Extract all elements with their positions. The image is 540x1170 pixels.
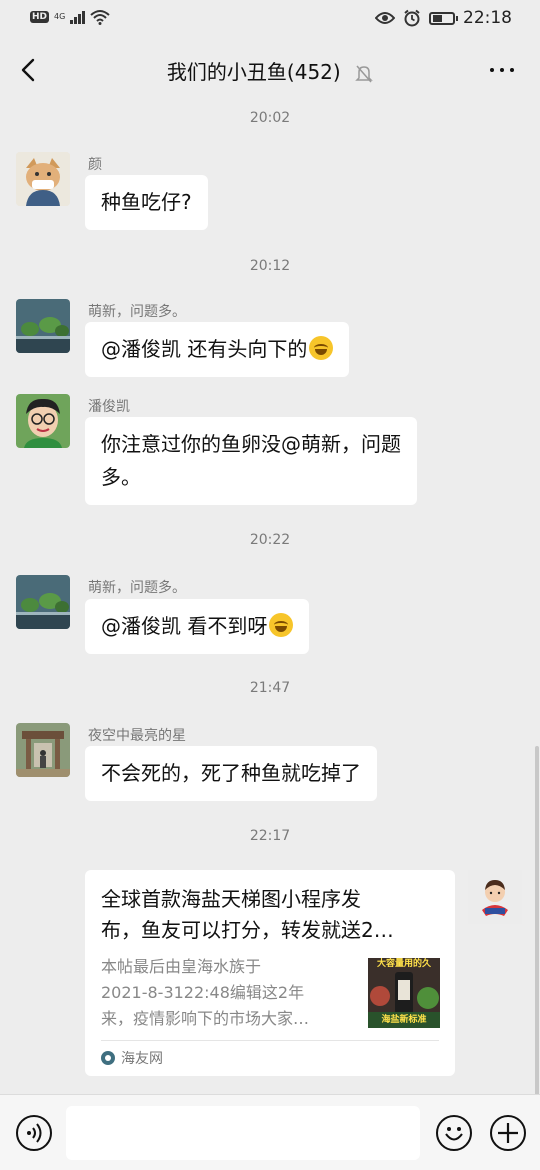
timestamp: 22:17 <box>249 828 291 844</box>
plus-icon[interactable] <box>490 1115 526 1151</box>
avatar[interactable] <box>16 299 70 353</box>
timestamp: 20:12 <box>249 258 291 274</box>
message-bubble[interactable]: @潘俊凯 看不到呀 <box>85 599 310 654</box>
smile-icon[interactable] <box>436 1115 472 1151</box>
message-input[interactable] <box>66 1106 420 1160</box>
signal-icon <box>70 10 86 24</box>
timestamp: 20:22 <box>249 532 291 548</box>
bell-off-icon <box>355 65 373 82</box>
thumbnail-caption: 大容量用的久 <box>376 959 431 969</box>
avatar[interactable] <box>16 575 70 629</box>
message-bubble[interactable]: @潘俊凯 还有头向下的 <box>85 322 350 377</box>
status-bar: HD 4G 22:18 <box>0 0 540 38</box>
message-text: 多。 <box>101 465 141 489</box>
message-text: @潘俊凯 看不到呀 <box>101 614 268 638</box>
chat-title: 我们的小丑鱼(452) <box>166 60 341 84</box>
avatar[interactable] <box>16 723 70 777</box>
link-card-title-line: 布，鱼友可以打分，转发就送2… <box>101 918 394 942</box>
chat-title-wrap: 我们的小丑鱼(452) <box>0 56 540 85</box>
avatar[interactable] <box>16 152 70 206</box>
alarm-icon <box>404 9 420 27</box>
message-list[interactable]: 20:02 颜 种鱼吃仔? 20:12 萌新，问题多。 @潘俊凯 还有头向下的 … <box>0 102 540 1096</box>
hd-badge: HD <box>30 11 50 23</box>
clock-time: 22:18 <box>463 8 512 28</box>
voice-icon[interactable] <box>16 1115 52 1151</box>
eye-icon <box>375 12 395 24</box>
message-text: 你注意过你的鱼卵没@萌新，问题 <box>101 432 401 456</box>
more-dots-icon[interactable] <box>490 68 514 72</box>
battery-icon <box>429 11 458 25</box>
avatar[interactable] <box>16 394 70 448</box>
link-card-description: 本帖最后由皇海水族于 2021-8-3122:48编辑这2年 来，疫情影响下的市… <box>101 954 351 1032</box>
message-bubble[interactable]: 种鱼吃仔? <box>85 175 208 230</box>
network-label: 4G <box>54 12 66 21</box>
link-card-title-line: 全球首款海盐天梯图小程序发 <box>101 887 361 911</box>
link-card-thumbnail: 大容量用的久 海盐新标准 <box>368 958 440 1028</box>
laugh-cry-emoji-icon <box>269 613 294 637</box>
wifi-icon <box>90 10 110 25</box>
laugh-cry-emoji-icon <box>309 336 334 360</box>
source-logo-icon <box>101 1051 115 1065</box>
scrollbar[interactable] <box>535 746 539 1096</box>
link-card-desc-line: 来，疫情影响下的市场大家… <box>101 1009 310 1028</box>
message-bubble[interactable]: 不会死的，死了种鱼就吃掉了 <box>85 746 377 801</box>
thumbnail-caption: 海盐新标准 <box>381 1015 427 1025</box>
message-bubble[interactable]: 你注意过你的鱼卵没@萌新，问题 多。 <box>85 417 417 505</box>
sender-name: 萌新，问题多。 <box>88 580 186 596</box>
link-card-desc-line: 2021-8-3122:48编辑这2年 <box>101 983 305 1002</box>
input-bar <box>0 1094 540 1170</box>
link-card[interactable]: 全球首款海盐天梯图小程序发 布，鱼友可以打分，转发就送2… 本帖最后由皇海水族于… <box>85 870 455 1076</box>
link-card-divider <box>101 1040 439 1041</box>
sender-name: 夜空中最亮的星 <box>88 728 186 744</box>
link-card-desc-line: 本帖最后由皇海水族于 <box>101 957 262 976</box>
sender-name: 颜 <box>88 157 102 173</box>
link-card-title: 全球首款海盐天梯图小程序发 布，鱼友可以打分，转发就送2… <box>101 884 441 946</box>
source-name: 海友网 <box>121 1051 163 1067</box>
sender-name: 潘俊凯 <box>88 399 130 415</box>
link-card-source: 海友网 <box>101 1048 163 1068</box>
chat-header: 我们的小丑鱼(452) <box>0 38 540 102</box>
timestamp: 21:47 <box>249 680 291 696</box>
self-avatar[interactable] <box>468 870 522 924</box>
message-text: @潘俊凯 还有头向下的 <box>101 337 308 361</box>
timestamp: 20:02 <box>249 110 291 126</box>
sender-name: 萌新，问题多。 <box>88 304 186 320</box>
